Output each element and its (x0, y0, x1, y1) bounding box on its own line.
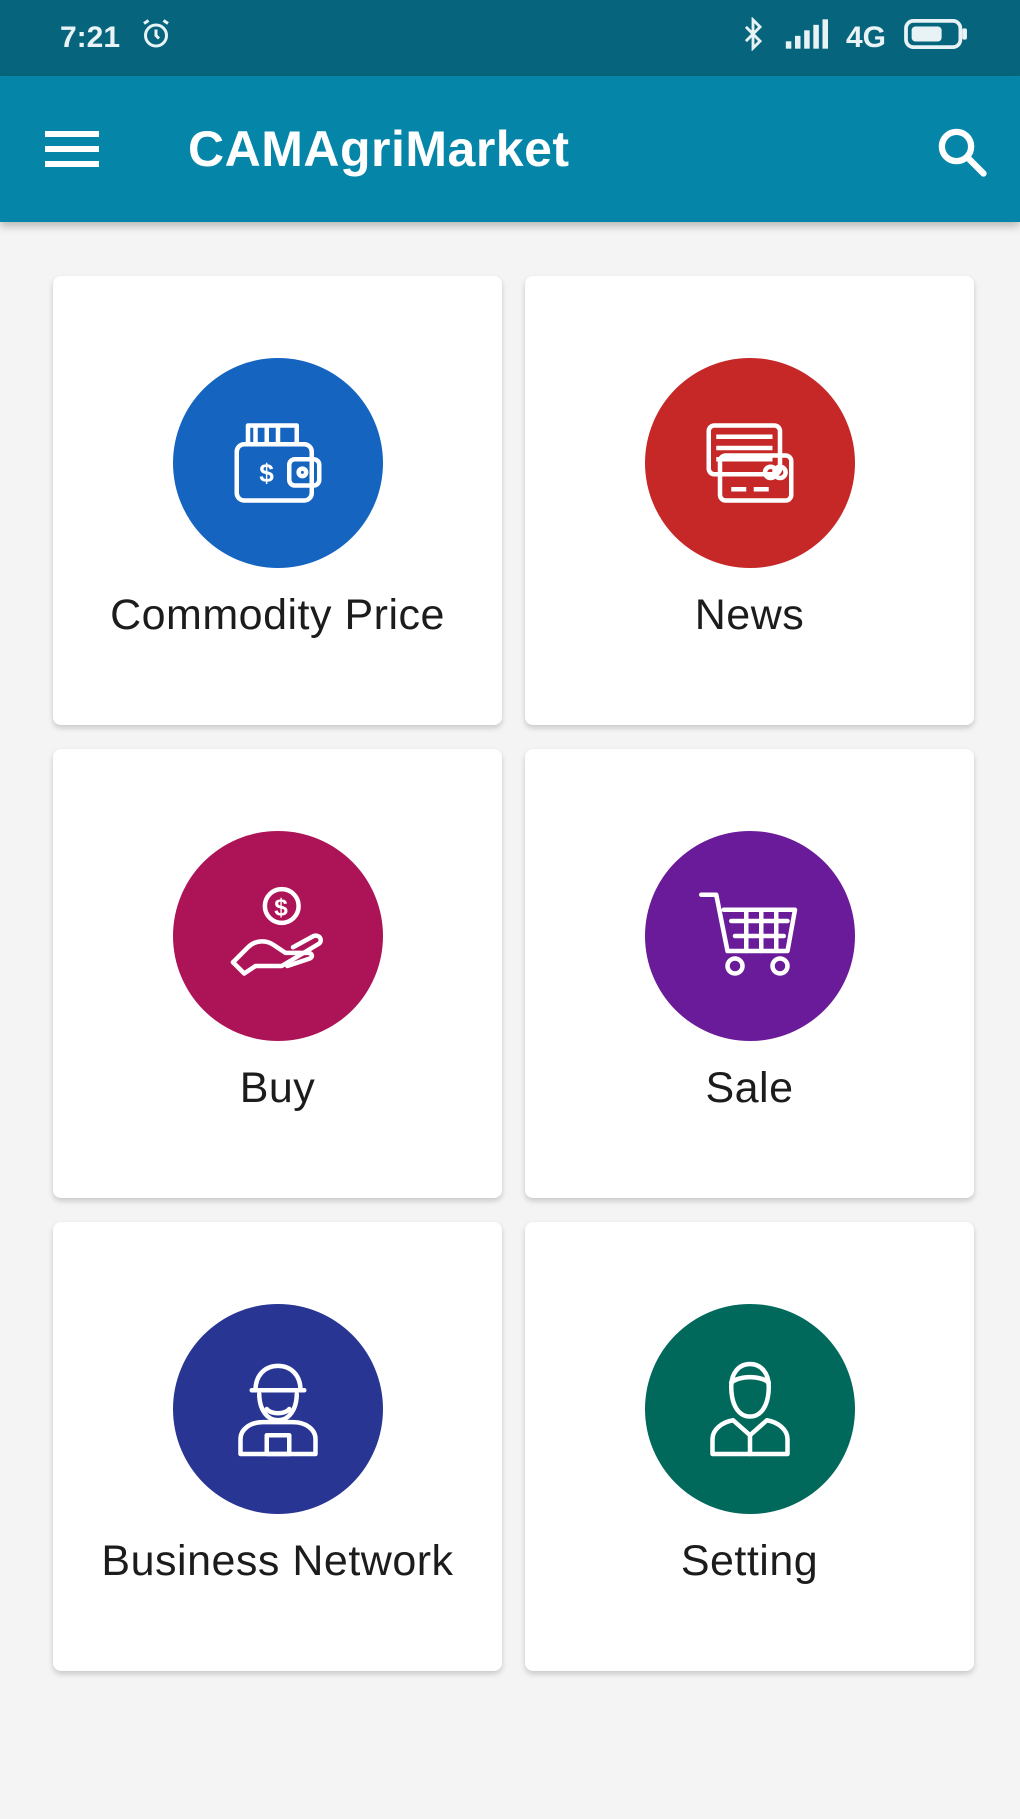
alarm-icon (138, 16, 174, 60)
sale-card[interactable]: Sale (525, 749, 974, 1198)
bluetooth-icon (740, 16, 766, 59)
dashboard-grid: $ Commodity Price News $ Buy Sale Busine… (53, 276, 974, 1671)
svg-text:$: $ (259, 458, 274, 488)
newspaper-icon (706, 423, 793, 503)
shopping-cart-icon (698, 892, 797, 976)
app-bar: CAMAgriMarket (0, 76, 1020, 222)
news-icon-circle (644, 358, 855, 568)
search-icon[interactable] (926, 116, 996, 186)
worker-icon (237, 1363, 318, 1457)
hamburger-menu-icon[interactable] (40, 121, 104, 177)
business-network-card[interactable]: Business Network (53, 1222, 502, 1671)
svg-text:$: $ (274, 894, 288, 921)
commodity-price-icon-circle: $ (172, 358, 383, 568)
network-type: 4G (845, 21, 886, 54)
battery-icon (904, 19, 968, 57)
wallet-icon: $ (234, 423, 321, 503)
business-network-label: Business Network (101, 1537, 454, 1585)
news-label: News (694, 591, 805, 639)
news-card[interactable]: News (525, 276, 974, 725)
signal-icon (784, 19, 828, 57)
buy-card[interactable]: $ Buy (53, 749, 502, 1198)
setting-label: Setting (680, 1537, 819, 1585)
business-network-icon-circle (172, 1304, 383, 1514)
setting-card[interactable]: Setting (525, 1222, 974, 1671)
person-icon (709, 1361, 790, 1457)
sale-label: Sale (705, 1064, 794, 1112)
setting-icon-circle (644, 1304, 855, 1514)
status-time: 7:21 (60, 21, 121, 54)
commodity-price-card[interactable]: $ Commodity Price (53, 276, 502, 725)
buy-icon-circle: $ (172, 831, 383, 1041)
sale-icon-circle (644, 831, 855, 1041)
buy-label: Buy (239, 1064, 316, 1112)
hand-coin-icon: $ (230, 886, 323, 976)
status-bar-left: 7:21 (60, 16, 174, 60)
app-title: CAMAgriMarket (188, 121, 570, 177)
status-bar: 7:21 4G (0, 0, 1020, 76)
status-bar-right: 4G (740, 16, 968, 59)
commodity-price-label: Commodity Price (110, 591, 445, 639)
